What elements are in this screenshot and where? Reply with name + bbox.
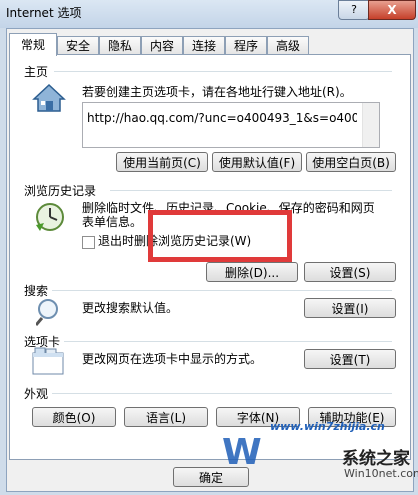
languages-button[interactable]: 语言(L) <box>124 407 208 427</box>
watermark-brand: 系统之家 <box>342 449 410 469</box>
tab-content[interactable]: 内容 <box>141 36 183 55</box>
svg-text:W: W <box>222 432 262 472</box>
tabs-divider <box>64 341 392 342</box>
search-icon <box>36 299 58 326</box>
home-divider <box>54 71 392 72</box>
history-desc-line2: 表单信息。 <box>82 215 143 229</box>
tabbed-window-icon <box>32 347 64 375</box>
watermark-site: www.win7zhijia.cn <box>270 420 385 433</box>
house-icon <box>32 83 66 112</box>
use-blank-button[interactable]: 使用空白页(B) <box>306 152 396 172</box>
appearance-section-title: 外观 <box>24 387 49 401</box>
title-bar: Internet 选项 ? X <box>0 0 418 28</box>
search-description: 更改搜索默认值。 <box>82 301 179 315</box>
tab-advanced[interactable]: 高级 <box>267 36 309 55</box>
tab-general[interactable]: 常规 <box>9 33 57 56</box>
help-button[interactable]: ? <box>338 0 370 20</box>
watermark: W www.win7zhijia.cn 系统之家 Win10net.com <box>220 414 418 490</box>
tab-connections[interactable]: 连接 <box>183 36 225 55</box>
history-divider <box>110 190 392 191</box>
close-button[interactable]: X <box>368 0 416 20</box>
delete-highlight-box <box>148 210 292 262</box>
search-divider <box>52 290 392 291</box>
delete-on-exit-checkbox[interactable] <box>82 236 95 249</box>
home-url-text: http://hao.qq.com/?unc=o400493_1&s=o4004… <box>87 111 357 125</box>
history-clock-icon <box>36 203 64 231</box>
home-description: 若要创建主页选项卡，请在各地址行键入地址(R)。 <box>82 85 352 99</box>
tabs-settings-button[interactable]: 设置(T) <box>304 349 396 369</box>
search-settings-button[interactable]: 设置(I) <box>304 298 396 318</box>
tab-privacy[interactable]: 隐私 <box>99 36 141 55</box>
use-current-button[interactable]: 使用当前页(C) <box>116 152 208 172</box>
use-default-button[interactable]: 使用默认值(F) <box>212 152 302 172</box>
delete-button[interactable]: 删除(D)... <box>206 262 298 282</box>
history-settings-button[interactable]: 设置(S) <box>304 262 396 282</box>
colors-button[interactable]: 颜色(O) <box>32 407 116 427</box>
tab-programs[interactable]: 程序 <box>225 36 267 55</box>
watermark-url: Win10net.com <box>344 467 418 480</box>
home-url-input[interactable]: http://hao.qq.com/?unc=o400493_1&s=o4004… <box>82 102 380 148</box>
url-scrollbar[interactable] <box>362 103 379 147</box>
home-section-title: 主页 <box>24 65 49 79</box>
tabs-description: 更改网页在选项卡中显示的方式。 <box>82 352 263 366</box>
window-title: Internet 选项 <box>6 6 82 20</box>
history-section-title: 浏览历史记录 <box>24 184 97 198</box>
appearance-divider <box>52 393 392 394</box>
tab-security[interactable]: 安全 <box>57 36 99 55</box>
internet-options-window: Internet 选项 ? X 常规 安全 隐私 内容 连接 程序 高级 主页 … <box>0 0 418 495</box>
